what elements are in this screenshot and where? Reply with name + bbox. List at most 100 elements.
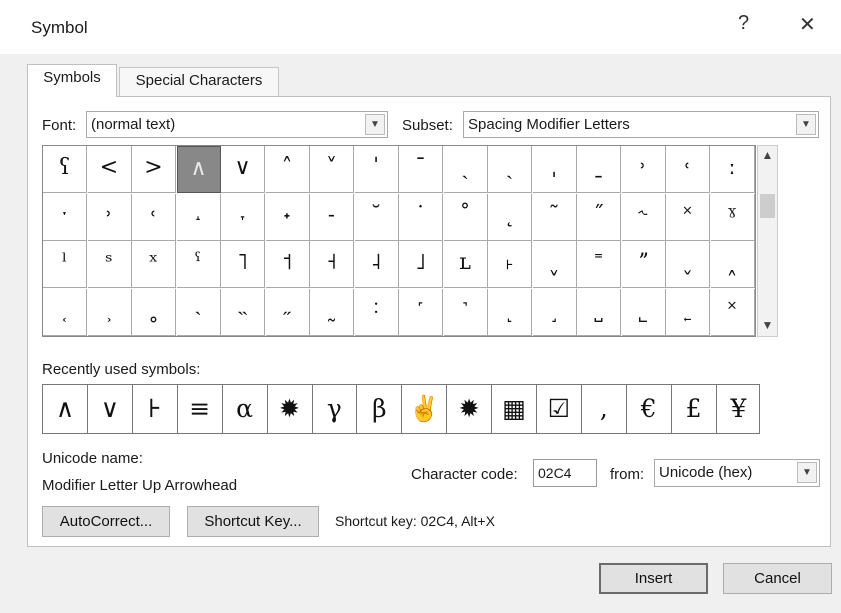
symbol-cell[interactable]: ˏ: [443, 146, 488, 193]
tab-special-characters[interactable]: Special Characters: [119, 67, 279, 96]
symbol-cell[interactable]: ˳: [132, 288, 176, 336]
symbol-cell[interactable]: <: [87, 146, 132, 193]
recent-symbol-cell[interactable]: ☑: [537, 385, 582, 433]
character-code-input[interactable]: 02C4: [533, 459, 597, 487]
recent-symbol-cell[interactable]: α: [223, 385, 268, 433]
symbol-cell[interactable]: ˙: [399, 193, 443, 241]
scroll-up-icon[interactable]: ▲: [758, 148, 777, 162]
symbol-cell[interactable]: ∨: [221, 146, 265, 193]
recent-symbol-cell[interactable]: γ: [312, 385, 358, 433]
symbol-cell[interactable]: ˸: [354, 288, 399, 336]
symbol-cell[interactable]: ˓: [132, 193, 176, 241]
symbol-cell[interactable]: ˒: [621, 146, 666, 193]
symbol-cell[interactable]: ˰: [710, 241, 755, 288]
recent-symbol-cell[interactable]: ▦: [492, 385, 537, 433]
from-select[interactable]: Unicode (hex) ▼: [654, 459, 820, 487]
symbol-cell[interactable]: ʕ: [43, 146, 87, 193]
symbol-cell[interactable]: ˹: [399, 288, 443, 336]
symbol-cell[interactable]: ˷: [310, 288, 354, 336]
recent-symbol-cell[interactable]: ⊦: [133, 385, 178, 433]
symbol-cell[interactable]: ˖: [265, 193, 310, 241]
cancel-button[interactable]: Cancel: [723, 563, 832, 594]
symbol-cell[interactable]: ˵: [221, 288, 265, 336]
symbol-cell[interactable]: ˚: [443, 193, 488, 241]
symbol-cell[interactable]: ˬ: [532, 241, 577, 288]
symbol-cell[interactable]: ˿: [666, 288, 710, 336]
symbol-cell[interactable]: ˒: [87, 193, 132, 241]
symbol-cell[interactable]: ˼: [532, 288, 577, 336]
shortcut-key-button[interactable]: Shortcut Key...: [187, 506, 319, 537]
symbol-cell[interactable]: ˮ: [621, 241, 666, 288]
grid-scrollbar[interactable]: ▲ ▼: [757, 145, 778, 337]
symbol-cell[interactable]: ˫: [488, 241, 532, 288]
chevron-down-icon[interactable]: ▼: [797, 462, 817, 483]
symbol-cell[interactable]: ˔: [176, 193, 221, 241]
recent-symbol-cell[interactable]: ✌: [402, 385, 448, 433]
symbol-cell[interactable]: >: [132, 146, 176, 193]
symbol-cell[interactable]: ˉ: [399, 146, 443, 193]
recent-symbol-cell[interactable]: ¥: [717, 385, 760, 433]
autocorrect-button[interactable]: AutoCorrect...: [42, 506, 170, 537]
help-button[interactable]: ?: [738, 12, 749, 35]
symbol-cell[interactable]: ˺: [443, 288, 488, 336]
symbol-cell[interactable]: ˅: [310, 146, 354, 193]
symbol-cell[interactable]: ˓: [666, 146, 710, 193]
symbol-cell[interactable]: ˗: [310, 193, 354, 241]
symbol-cell[interactable]: ˴: [176, 288, 221, 336]
recent-symbol-cell[interactable]: β: [357, 385, 403, 433]
font-select[interactable]: (normal text) ▼: [86, 111, 388, 138]
symbol-cell[interactable]: ˑ: [43, 193, 87, 241]
symbol-cell[interactable]: ˌ: [532, 146, 577, 193]
symbol-cell[interactable]: ˞: [621, 193, 666, 241]
symbol-cell[interactable]: ˄: [265, 146, 310, 193]
symbol-cell[interactable]: ˦: [265, 241, 310, 288]
symbol-cell[interactable]: ˾: [621, 288, 666, 336]
symbol-cell[interactable]: ʟ: [443, 241, 488, 288]
symbol-cell[interactable]: ˕: [221, 193, 265, 241]
symbol-cell[interactable]: ˢ: [87, 241, 132, 288]
symbol-cell[interactable]: ˟: [710, 288, 755, 336]
character-code-label: Character code:: [411, 466, 518, 483]
symbol-cell[interactable]: ˝: [577, 193, 621, 241]
symbol-cell[interactable]: ˱: [43, 288, 87, 336]
symbol-cell[interactable]: ˡ: [43, 241, 87, 288]
recent-symbol-cell[interactable]: ,: [582, 385, 627, 433]
symbol-cell[interactable]: ˎ: [488, 146, 532, 193]
chevron-down-icon[interactable]: ▼: [796, 114, 816, 135]
symbol-cell[interactable]: ˈ: [354, 146, 399, 193]
insert-button[interactable]: Insert: [599, 563, 708, 594]
symbol-cell[interactable]: ˲: [87, 288, 132, 336]
recent-symbol-cell[interactable]: ≡: [178, 385, 223, 433]
symbol-cell[interactable]: ˥: [221, 241, 265, 288]
symbol-cell[interactable]: ˯: [666, 241, 710, 288]
tab-symbols[interactable]: Symbols: [27, 64, 117, 97]
close-icon[interactable]: ✕: [799, 12, 816, 37]
symbol-cell[interactable]: ˜: [532, 193, 577, 241]
scroll-thumb[interactable]: [760, 194, 775, 218]
symbol-cell[interactable]: ˻: [488, 288, 532, 336]
symbol-cell[interactable]: ˘: [354, 193, 399, 241]
symbol-cell[interactable]: ˩: [399, 241, 443, 288]
symbol-cell[interactable]: ː: [710, 146, 755, 193]
symbol-cell[interactable]: ˠ: [710, 193, 755, 241]
subset-select[interactable]: Spacing Modifier Letters ▼: [463, 111, 819, 138]
recent-symbol-cell[interactable]: £: [672, 385, 717, 433]
recent-symbol-cell[interactable]: ✹: [447, 385, 493, 433]
symbol-cell[interactable]: ˶: [265, 288, 310, 336]
symbol-cell[interactable]: ˟: [666, 193, 710, 241]
symbol-cell[interactable]: ˍ: [577, 146, 621, 193]
recent-symbol-cell[interactable]: ∧: [43, 385, 88, 433]
symbol-cell[interactable]: ˧: [310, 241, 354, 288]
scroll-down-icon[interactable]: ▼: [758, 318, 777, 332]
symbol-cell[interactable]: ˭: [577, 241, 621, 288]
symbol-cell[interactable]: ˣ: [132, 241, 176, 288]
recent-symbol-cell[interactable]: ✹: [268, 385, 313, 433]
symbol-cell[interactable]: ˨: [354, 241, 399, 288]
symbol-cell[interactable]: ˤ: [176, 241, 221, 288]
symbol-cell[interactable]: ∧: [176, 146, 221, 193]
symbol-cell[interactable]: ˛: [488, 193, 532, 241]
recent-symbol-cell[interactable]: ∨: [88, 385, 133, 433]
symbol-cell[interactable]: ˽: [577, 288, 621, 336]
chevron-down-icon[interactable]: ▼: [365, 114, 385, 135]
recent-symbol-cell[interactable]: €: [627, 385, 672, 433]
